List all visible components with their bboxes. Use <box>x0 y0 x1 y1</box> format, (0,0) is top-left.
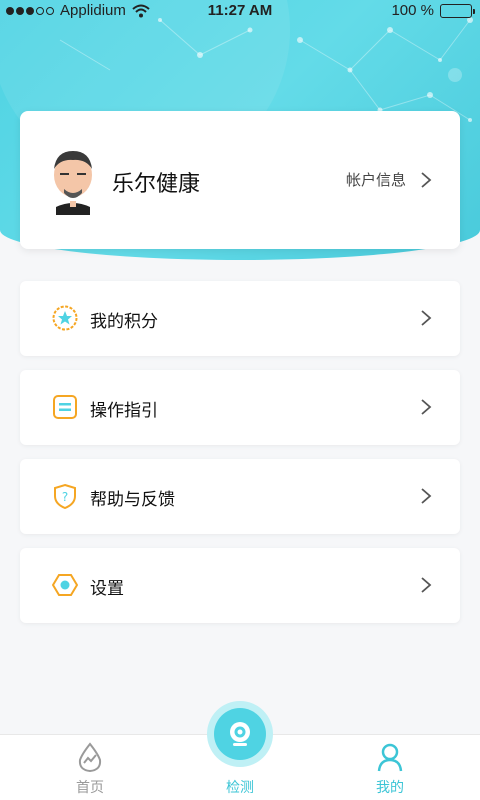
chevron-right-icon <box>421 577 432 593</box>
account-info-label: 帐户信息 <box>345 171 406 189</box>
detect-button-core <box>214 708 266 760</box>
profile-name: 乐尔健康 <box>112 172 201 197</box>
menu-label-settings: 设置 <box>90 579 124 599</box>
menu-label-help: 帮助与反馈 <box>90 490 175 510</box>
chevron-right-icon <box>421 171 432 188</box>
menu-item-settings[interactable]: 设置 <box>20 548 460 623</box>
guide-list-icon <box>53 395 77 419</box>
help-shield-icon: ? <box>54 483 76 509</box>
menu-item-points[interactable]: 我的积分 <box>20 281 460 356</box>
battery-percent: 100 % <box>391 2 434 19</box>
tab-detect-label: 检测 <box>226 780 254 796</box>
menu-item-help[interactable]: ? 帮助与反馈 <box>20 459 460 534</box>
settings-hexagon-icon <box>52 574 78 596</box>
chevron-right-icon <box>421 310 432 326</box>
battery-icon <box>440 3 475 18</box>
chevron-right-icon <box>421 399 432 415</box>
camera-icon <box>230 722 250 746</box>
tab-mine[interactable]: 我的 <box>310 735 470 800</box>
avatar <box>54 151 92 215</box>
chevron-right-icon <box>421 488 432 504</box>
menu-label-guide: 操作指引 <box>90 401 158 421</box>
detect-camera-button[interactable] <box>207 701 273 767</box>
tab-home-label: 首页 <box>76 780 104 796</box>
menu-item-guide[interactable]: 操作指引 <box>20 370 460 445</box>
tab-home[interactable]: 首页 <box>10 735 170 800</box>
drop-chart-icon <box>78 742 102 773</box>
status-bar: Applidium 11:27 AM 100 % <box>0 0 480 24</box>
tab-mine-label: 我的 <box>376 780 404 796</box>
account-info-link[interactable]: 帐户信息 <box>346 169 432 190</box>
profile-card: 乐尔健康 帐户信息 <box>20 111 460 249</box>
svg-text:?: ? <box>62 490 68 504</box>
person-icon <box>377 743 403 772</box>
star-badge-icon <box>52 305 78 331</box>
menu-label-points: 我的积分 <box>90 312 158 332</box>
